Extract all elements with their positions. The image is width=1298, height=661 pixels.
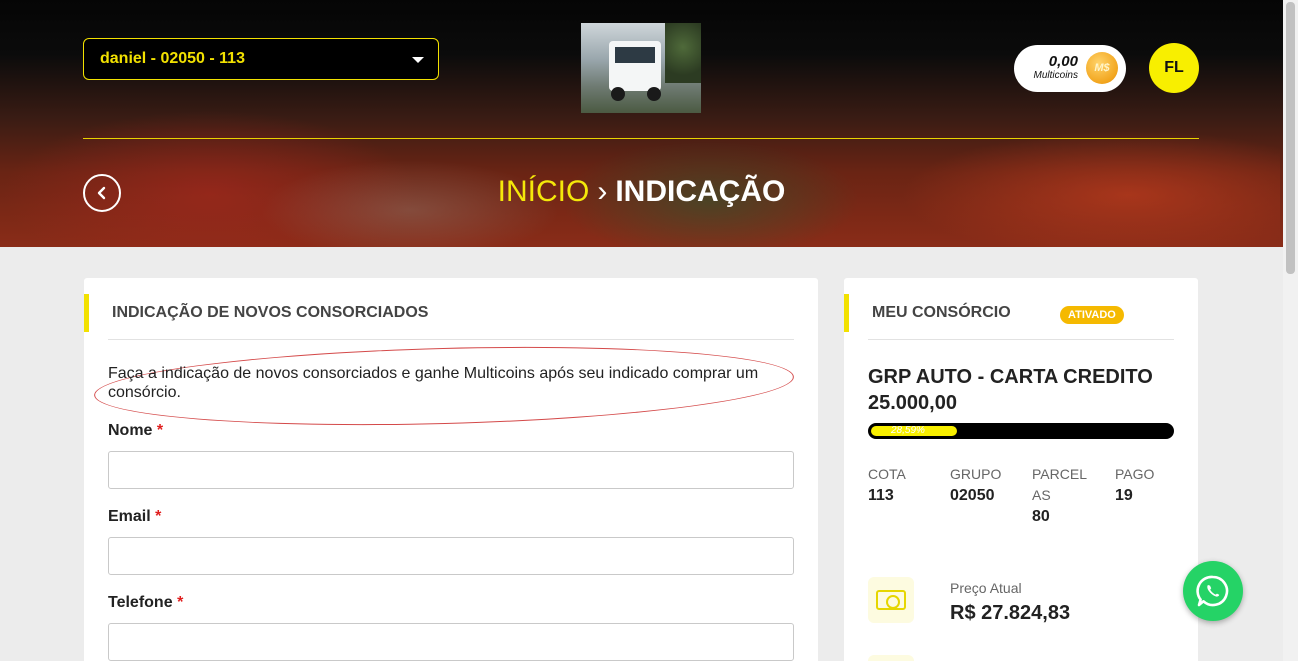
whatsapp-icon [1196,575,1229,607]
breadcrumb-current: INDICAÇÃO [615,175,786,208]
consortium-card: MEU CONSÓRCIO ATIVADO GRP AUTO - CARTA C… [844,278,1198,661]
stat-key: COTA [868,466,906,482]
stat-key: PARCELAS [1032,466,1087,503]
caret-down-icon [412,57,424,63]
header-divider [83,138,1199,139]
email-input[interactable] [108,537,794,575]
scrollbar-thumb[interactable] [1286,2,1295,274]
stat-pago: PAGO 19 [1115,464,1175,507]
name-label: Nome * [108,422,164,439]
email-label: Email * [108,508,162,525]
page-header: daniel - 02050 - 113 0,00 Multicoins M$ … [0,0,1283,247]
breadcrumb: INÍCIO › INDICAÇÃO [0,175,1283,209]
stat-grupo: GRUPO 02050 [950,464,1020,507]
referral-title-divider [108,339,794,340]
referral-title: INDICAÇÃO DE NOVOS CONSORCIADOS [84,294,428,332]
progress-bar: 28,59% [868,423,1174,439]
phone-input[interactable] [108,623,794,661]
breadcrumb-separator: › [597,175,608,208]
plan-name: GRP AUTO - CARTA CREDITO 25.000,00 [868,366,1153,414]
name-input[interactable] [108,451,794,489]
whatsapp-chat-button[interactable] [1183,561,1243,621]
price-label: Preço Atual [950,580,1022,596]
multicoins-balance[interactable]: 0,00 Multicoins M$ [1014,45,1126,92]
cota-selector[interactable]: daniel - 02050 - 113 [83,38,439,80]
calendar-icon [868,655,914,661]
cota-selector-value: daniel - 02050 - 113 [100,50,245,67]
consortium-title: MEU CONSÓRCIO [844,294,1011,332]
referral-card: INDICAÇÃO DE NOVOS CONSORCIADOS Faça a i… [84,278,818,661]
stat-value: 02050 [950,487,995,504]
coin-icon: M$ [1086,52,1118,84]
page-scrollbar[interactable] [1283,0,1298,661]
money-bill-icon [868,577,914,623]
user-avatar[interactable]: FL [1149,43,1199,93]
company-logo[interactable] [581,23,701,113]
consortium-title-divider [868,339,1174,340]
stat-value: 80 [1032,508,1050,525]
multicoins-label: Multicoins [1033,70,1078,81]
stat-parcelas: PARCELAS 80 [1032,464,1090,528]
stat-key: PAGO [1115,466,1155,482]
price-value: R$ 27.824,83 [950,602,1071,624]
breadcrumb-home[interactable]: INÍCIO [498,175,590,208]
progress-label: 28,59% [891,425,925,436]
multicoins-value: 0,00 [1048,53,1078,70]
stat-cota: COTA 113 [868,464,938,507]
stat-value: 19 [1115,487,1133,504]
referral-description: Faça a indicação de novos consorciados e… [108,365,759,401]
stat-key: GRUPO [950,466,1002,482]
stat-value: 113 [868,487,894,504]
status-badge: ATIVADO [1060,306,1124,324]
phone-label: Telefone * [108,594,184,611]
